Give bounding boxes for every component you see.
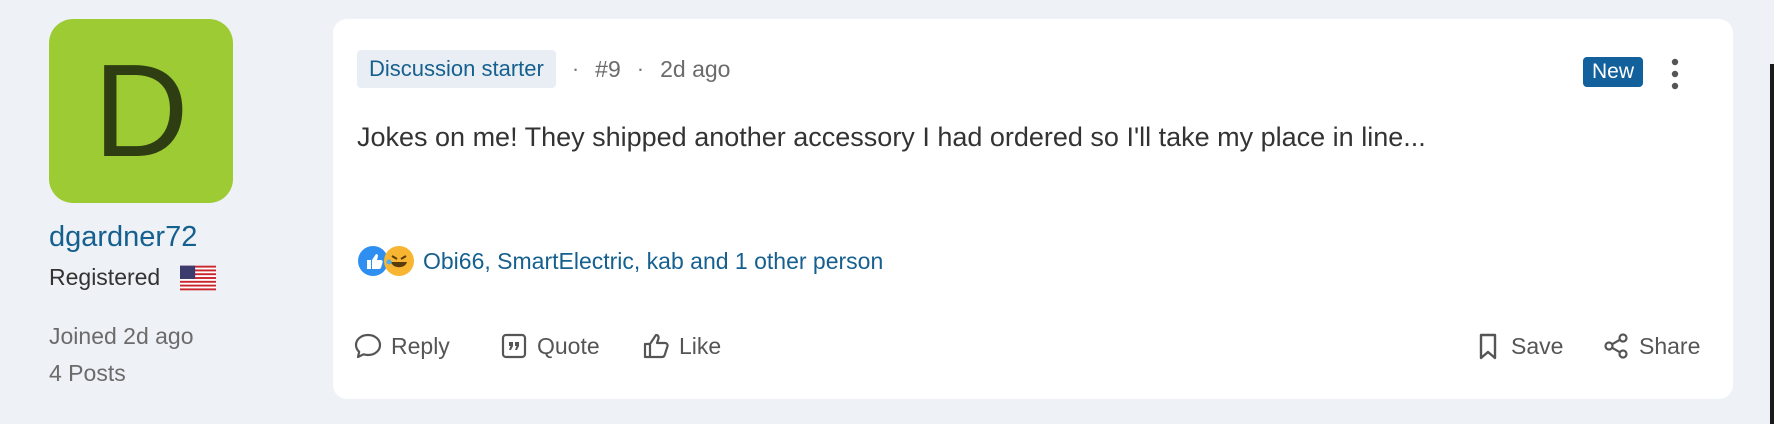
joined-date: Joined 2d ago [49,323,194,349]
save-button[interactable]: Save [1473,331,1563,361]
more-options-icon[interactable] [1666,57,1684,91]
quote-button[interactable]: Quote [499,331,600,361]
username-link[interactable]: dgardner72 [49,221,269,254]
reaction-emojis [357,245,415,277]
us-flag-icon [180,265,217,290]
meta-separator: · [636,56,645,81]
post-time[interactable]: 2d ago [660,56,730,83]
quote-icon [501,333,527,359]
share-label: Share [1639,332,1701,359]
post-count: 4 Posts [49,360,126,386]
user-info-column: D dgardner72 Registered Joined 2d ago 4 … [49,19,269,387]
discussion-starter-badge: Discussion starter [357,50,556,88]
user-role: Registered [49,264,161,290]
share-icon [1604,333,1628,359]
save-label: Save [1511,332,1564,359]
like-button[interactable]: Like [641,331,721,361]
avatar[interactable]: D [49,19,233,203]
reaction-names-link[interactable]: Obi66, SmartElectric, kab and 1 other pe… [423,248,883,275]
quote-label: Quote [537,332,600,359]
reactions-row[interactable]: Obi66, SmartElectric, kab and 1 other pe… [357,245,883,277]
like-label: Like [679,332,722,359]
share-button[interactable]: Share [1601,331,1700,361]
meta-separator: · [571,56,580,81]
reply-button[interactable]: Reply [353,331,450,361]
role-row: Registered [49,264,269,291]
post-body: Jokes on me! They shipped another access… [357,122,1426,152]
post-meta: Discussion starter · #9 · 2d ago [357,50,730,88]
scrollbar-edge[interactable] [1770,64,1774,424]
post-card: Discussion starter · #9 · 2d ago New Jok… [333,19,1733,399]
reply-icon [354,333,382,359]
laughing-emoji-icon [384,246,414,276]
thumbs-up-icon [643,333,669,359]
post-number-link[interactable]: #9 [595,56,621,83]
bookmark-icon [1479,333,1497,360]
new-badge: New [1583,57,1644,87]
reply-label: Reply [391,332,450,359]
avatar-letter: D [93,37,189,184]
